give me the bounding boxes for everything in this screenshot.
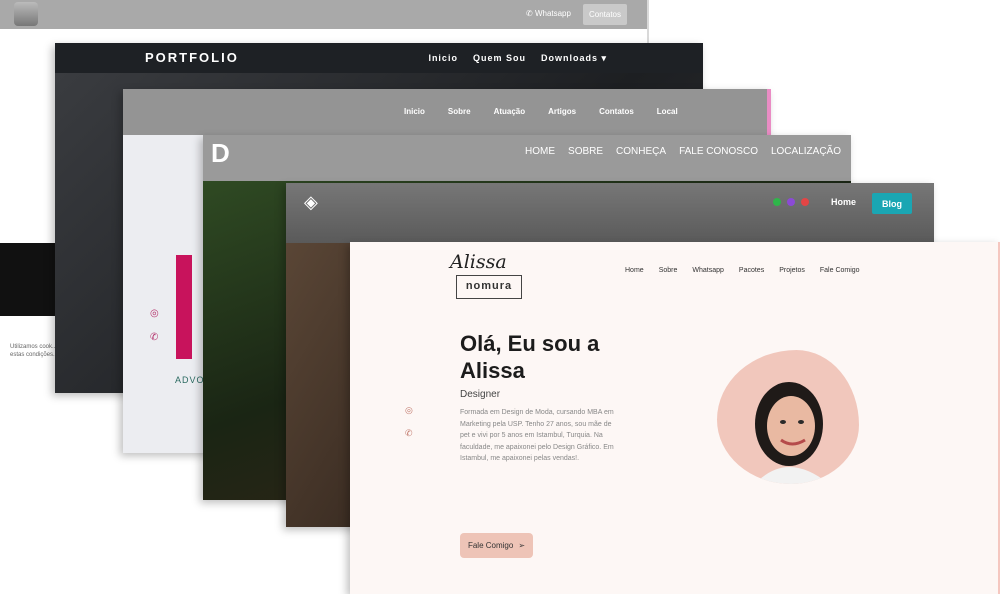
nav-inicio[interactable]: Inicio	[428, 53, 458, 64]
nav-menu: Inicio Sobre Atuação Artigos Contatos Lo…	[404, 107, 678, 116]
youtube-icon[interactable]	[801, 198, 809, 206]
nav-projetos[interactable]: Projetos	[779, 267, 805, 274]
dark-panel	[0, 243, 60, 316]
profile-photo	[717, 350, 859, 484]
instagram-icon[interactable]: ◎	[405, 405, 413, 416]
nav-home[interactable]: Home	[625, 267, 644, 274]
advocacia-text: ADVO	[175, 375, 205, 385]
hero-heading: Olá, Eu sou a Alissa	[460, 331, 600, 383]
whatsapp-icon[interactable]: ✆	[150, 332, 158, 343]
cookie-notice: Utilizamos cook... estas condições...	[10, 344, 59, 358]
nav-menu: Home Sobre Whatsapp Pacotes Projetos Fal…	[625, 267, 860, 274]
nav-inicio[interactable]: Inicio	[404, 107, 425, 116]
nav-downloads[interactable]: Downloads ▾	[541, 53, 607, 64]
nav-atuacao[interactable]: Atuação	[494, 107, 526, 116]
nav-menu: Inicio Quem Sou Downloads ▾	[428, 53, 607, 64]
nav-home[interactable]: Home	[831, 197, 856, 207]
instagram-icon[interactable]	[787, 198, 795, 206]
logo-letter-shape	[176, 255, 192, 359]
nav-quem-sou[interactable]: Quem Sou	[473, 53, 526, 64]
nav-fale-comigo[interactable]: Fale Comigo	[820, 267, 860, 274]
nav-sobre[interactable]: SOBRE	[568, 146, 603, 157]
nav-localizacao[interactable]: LOCALIZAÇÃO	[771, 146, 841, 157]
d-logo-icon[interactable]: D	[211, 138, 230, 169]
nav-local[interactable]: Local	[657, 107, 678, 116]
nav-sobre[interactable]: Sobre	[659, 267, 678, 274]
nav-menu: HOME SOBRE CONHEÇA FALE CONOSCO LOCALIZA…	[525, 146, 841, 157]
nav-home[interactable]: HOME	[525, 146, 555, 157]
nav-whatsapp[interactable]: Whatsapp	[692, 267, 724, 274]
nav-sobre[interactable]: Sobre	[448, 107, 471, 116]
nav-conheca[interactable]: CONHEÇA	[616, 146, 666, 157]
whatsapp-icon[interactable]	[773, 198, 781, 206]
logo-image[interactable]	[14, 2, 38, 26]
whatsapp-icon: ✆	[526, 9, 533, 18]
whatsapp-icon[interactable]: ✆	[405, 428, 413, 439]
accent-strip	[767, 89, 771, 135]
send-icon: ➢	[518, 541, 526, 550]
navbar	[286, 183, 934, 243]
brand-title[interactable]: PORTFOLIO	[145, 50, 239, 65]
diamond-logo-icon[interactable]: ◈	[304, 192, 324, 212]
social-icons	[773, 198, 809, 206]
fale-comigo-button[interactable]: Fale Comigo ➢	[460, 533, 533, 558]
hero-description: Formada em Design de Moda, cursando MBA …	[460, 409, 614, 462]
website-card-alissa: Alissa nomura Home Sobre Whatsapp Pacote…	[350, 242, 1000, 594]
portrait-illustration	[755, 382, 829, 484]
whatsapp-link[interactable]: ✆ Whatsapp	[526, 9, 571, 18]
hero-role: Designer	[460, 389, 501, 400]
nav-fale-conosco[interactable]: FALE CONOSCO	[679, 146, 758, 157]
nav-pacotes[interactable]: Pacotes	[739, 267, 764, 274]
nav-artigos[interactable]: Artigos	[548, 107, 576, 116]
navbar	[203, 135, 851, 181]
alissa-logo[interactable]: Alissa nomura	[450, 251, 522, 299]
instagram-icon[interactable]: ◎	[150, 308, 159, 319]
blog-button[interactable]: Blog	[872, 193, 912, 214]
nav-contatos[interactable]: Contatos	[599, 107, 634, 116]
contact-button[interactable]: Contatos	[583, 4, 627, 25]
